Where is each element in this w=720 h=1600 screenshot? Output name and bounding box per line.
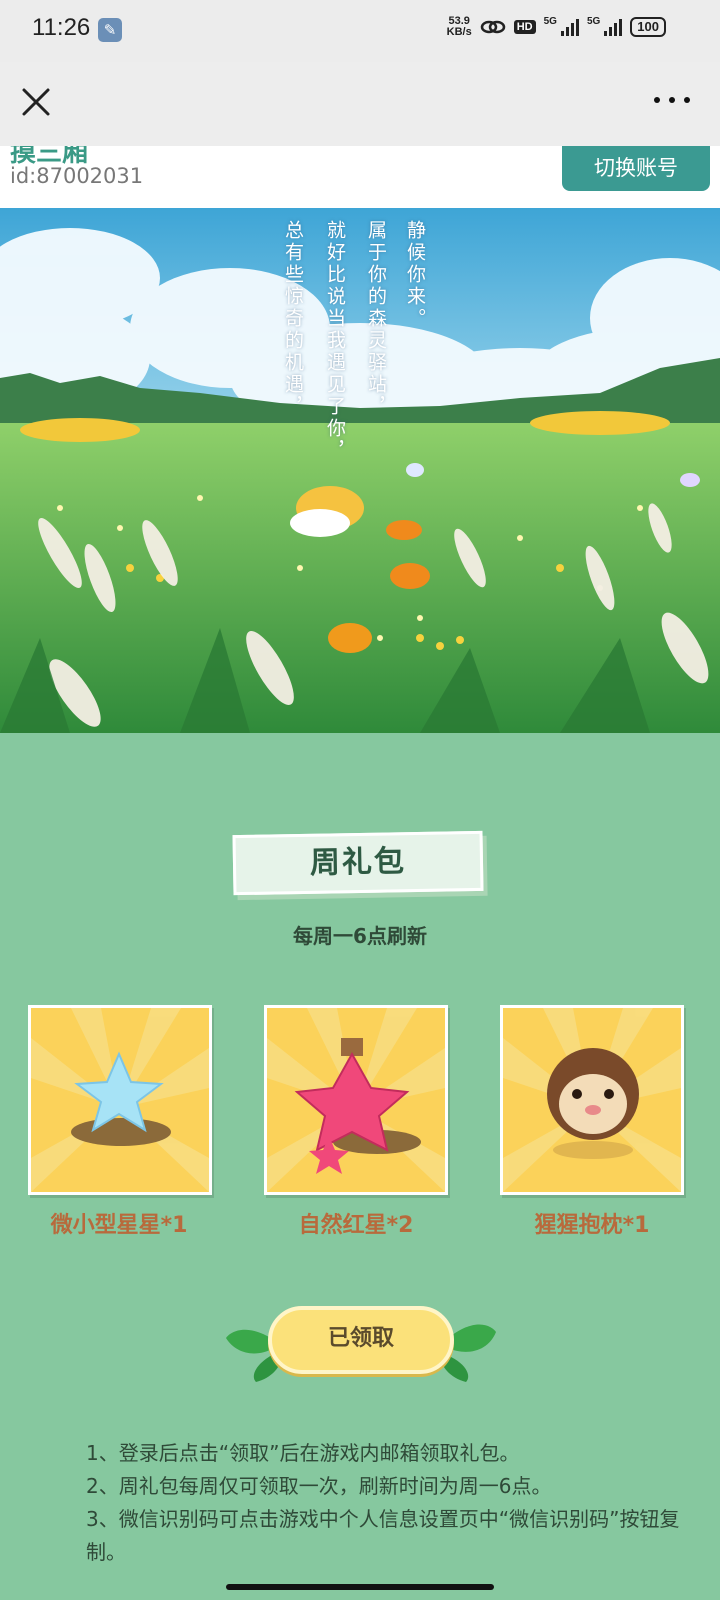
signal-icon xyxy=(560,18,579,36)
status-bar: 11:26 ✎ 53.9 KB/s HD 5G 5G 100 xyxy=(0,0,720,62)
poem-line: 属于你的森灵驿站， xyxy=(365,220,387,418)
gift-item-card xyxy=(500,1005,684,1195)
more-dot-icon xyxy=(669,97,675,103)
battery-icon: 100 xyxy=(630,17,666,37)
signal-icon xyxy=(604,18,623,36)
red-star-bottle-icon xyxy=(267,1008,445,1192)
close-icon xyxy=(22,88,50,116)
switch-account-button[interactable]: 切换账号 xyxy=(562,146,710,191)
signal-label-2: 5G xyxy=(586,16,601,27)
rule-item: 3、微信识别码可点击游戏中个人信息设置页中“微信识别码”按钮复制。 xyxy=(86,1507,680,1564)
gift-item-name: 微小型星星*1 xyxy=(50,1213,188,1238)
webview-header xyxy=(0,62,720,146)
close-button[interactable] xyxy=(18,84,54,120)
status-icons: 53.9 KB/s HD 5G 5G 100 xyxy=(447,16,666,38)
banner-image: 静候你来。 属于你的森灵驿站， 就好比说当我遇见了你， 总有些惊奇的机遇， xyxy=(0,208,720,733)
poem-line: 总有些惊奇的机遇， xyxy=(282,220,304,418)
rules-list: 1、登录后点击“领取”后在游戏内邮箱领取礼包。 2、周礼包每周仅可领取一次，刷新… xyxy=(86,1437,686,1569)
rule-item: 2、周礼包每周仅可领取一次，刷新时间为周一6点。 xyxy=(86,1474,552,1498)
refresh-note: 每周一6点刷新 xyxy=(293,924,427,948)
monkey-pillow-icon xyxy=(503,1008,681,1192)
more-dot-icon xyxy=(684,97,690,103)
claim-button-wrap: 已领取 xyxy=(226,1302,496,1382)
net-speed: 53.9 KB/s xyxy=(446,15,472,38)
gift-title: 周礼包 xyxy=(309,844,407,881)
signal-label-1: 5G xyxy=(543,16,557,27)
clock: 11:26 xyxy=(32,14,91,41)
gift-title-plate: 周礼包 xyxy=(232,830,484,896)
account-strip: 摸三厢 id:87002031 切换账号 xyxy=(0,146,720,208)
rule-item: 1、登录后点击“领取”后在游戏内邮箱领取礼包。 xyxy=(86,1441,520,1465)
poem-line: 静候你来。 xyxy=(404,220,426,330)
link-icon xyxy=(480,20,505,34)
gift-item-name: 自然红星*2 xyxy=(298,1213,414,1238)
hd-icon: HD xyxy=(513,20,536,34)
claimed-button[interactable]: 已领取 xyxy=(268,1306,454,1374)
blue-star-icon xyxy=(31,1008,209,1192)
poem-line: 就好比说当我遇见了你， xyxy=(324,220,346,462)
home-indicator[interactable] xyxy=(226,1584,494,1590)
more-dot-icon xyxy=(654,97,660,103)
wrench-icon: ✎ xyxy=(98,18,122,42)
gift-item-card xyxy=(28,1005,212,1195)
gift-item-card xyxy=(264,1005,448,1195)
more-button[interactable] xyxy=(654,90,690,110)
meadow-illustration xyxy=(0,208,720,733)
account-id: id:87002031 xyxy=(10,164,144,188)
gift-item-name: 猩猩抱枕*1 xyxy=(534,1213,650,1238)
